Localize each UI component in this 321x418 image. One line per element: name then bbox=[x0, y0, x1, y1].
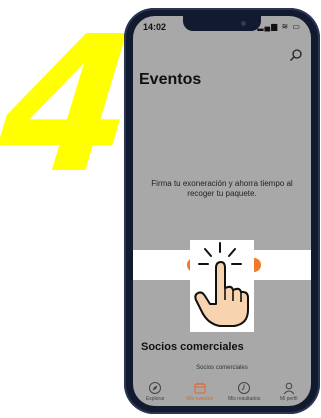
partners-label: Socios comerciales bbox=[196, 365, 248, 371]
tab-explorar[interactable]: Explorar bbox=[133, 381, 177, 402]
tab-label: Mi perfil bbox=[279, 396, 298, 402]
tab-bar: Explorar Mis eventos Mis resultados Mi p… bbox=[133, 381, 311, 406]
search-icon[interactable] bbox=[289, 48, 303, 62]
notch bbox=[183, 16, 261, 31]
waiver-message: Firma tu exoneración y ahorra tiempo al … bbox=[151, 179, 293, 198]
phone-frame: 14:02 ▂▄▆ ≋ ▭ Eventos Firma tu exoneraci… bbox=[124, 8, 320, 414]
page-title: Eventos bbox=[139, 71, 202, 88]
calendar-icon bbox=[194, 382, 206, 394]
tap-hand-icon bbox=[190, 240, 254, 332]
status-time: 14:02 bbox=[143, 22, 167, 32]
tab-label: Mis eventos bbox=[186, 396, 214, 402]
tab-mis-resultados[interactable]: Mis resultados bbox=[222, 381, 266, 402]
tab-mis-eventos[interactable]: Mis eventos bbox=[178, 381, 222, 402]
step-number: 4 bbox=[0, 0, 145, 215]
profile-icon bbox=[283, 382, 295, 395]
compass-icon bbox=[149, 382, 162, 394]
clock-icon bbox=[238, 382, 251, 394]
camera-dot bbox=[241, 21, 246, 26]
tab-label: Mis resultados bbox=[228, 396, 261, 402]
tab-label: Explorar bbox=[145, 396, 165, 402]
partners-section-title: Socios comerciales bbox=[141, 341, 244, 353]
status-icons: ▂▄▆ ≋ ▭ bbox=[257, 22, 301, 31]
tab-mi-perfil[interactable]: Mi perfil bbox=[267, 381, 311, 402]
app-screen: 14:02 ▂▄▆ ≋ ▭ Eventos Firma tu exoneraci… bbox=[133, 16, 311, 406]
